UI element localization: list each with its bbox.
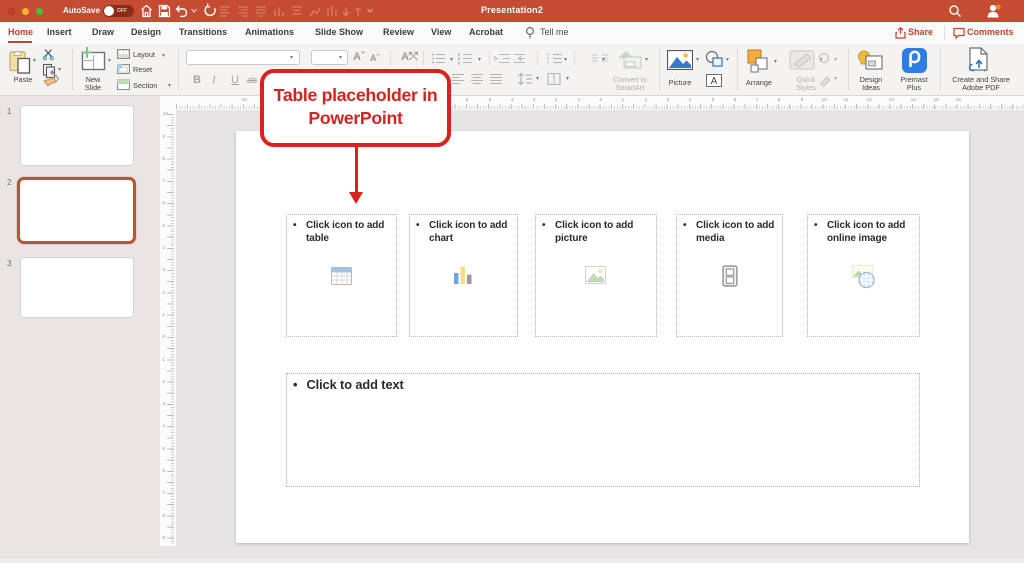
svg-text:A: A (711, 76, 718, 87)
